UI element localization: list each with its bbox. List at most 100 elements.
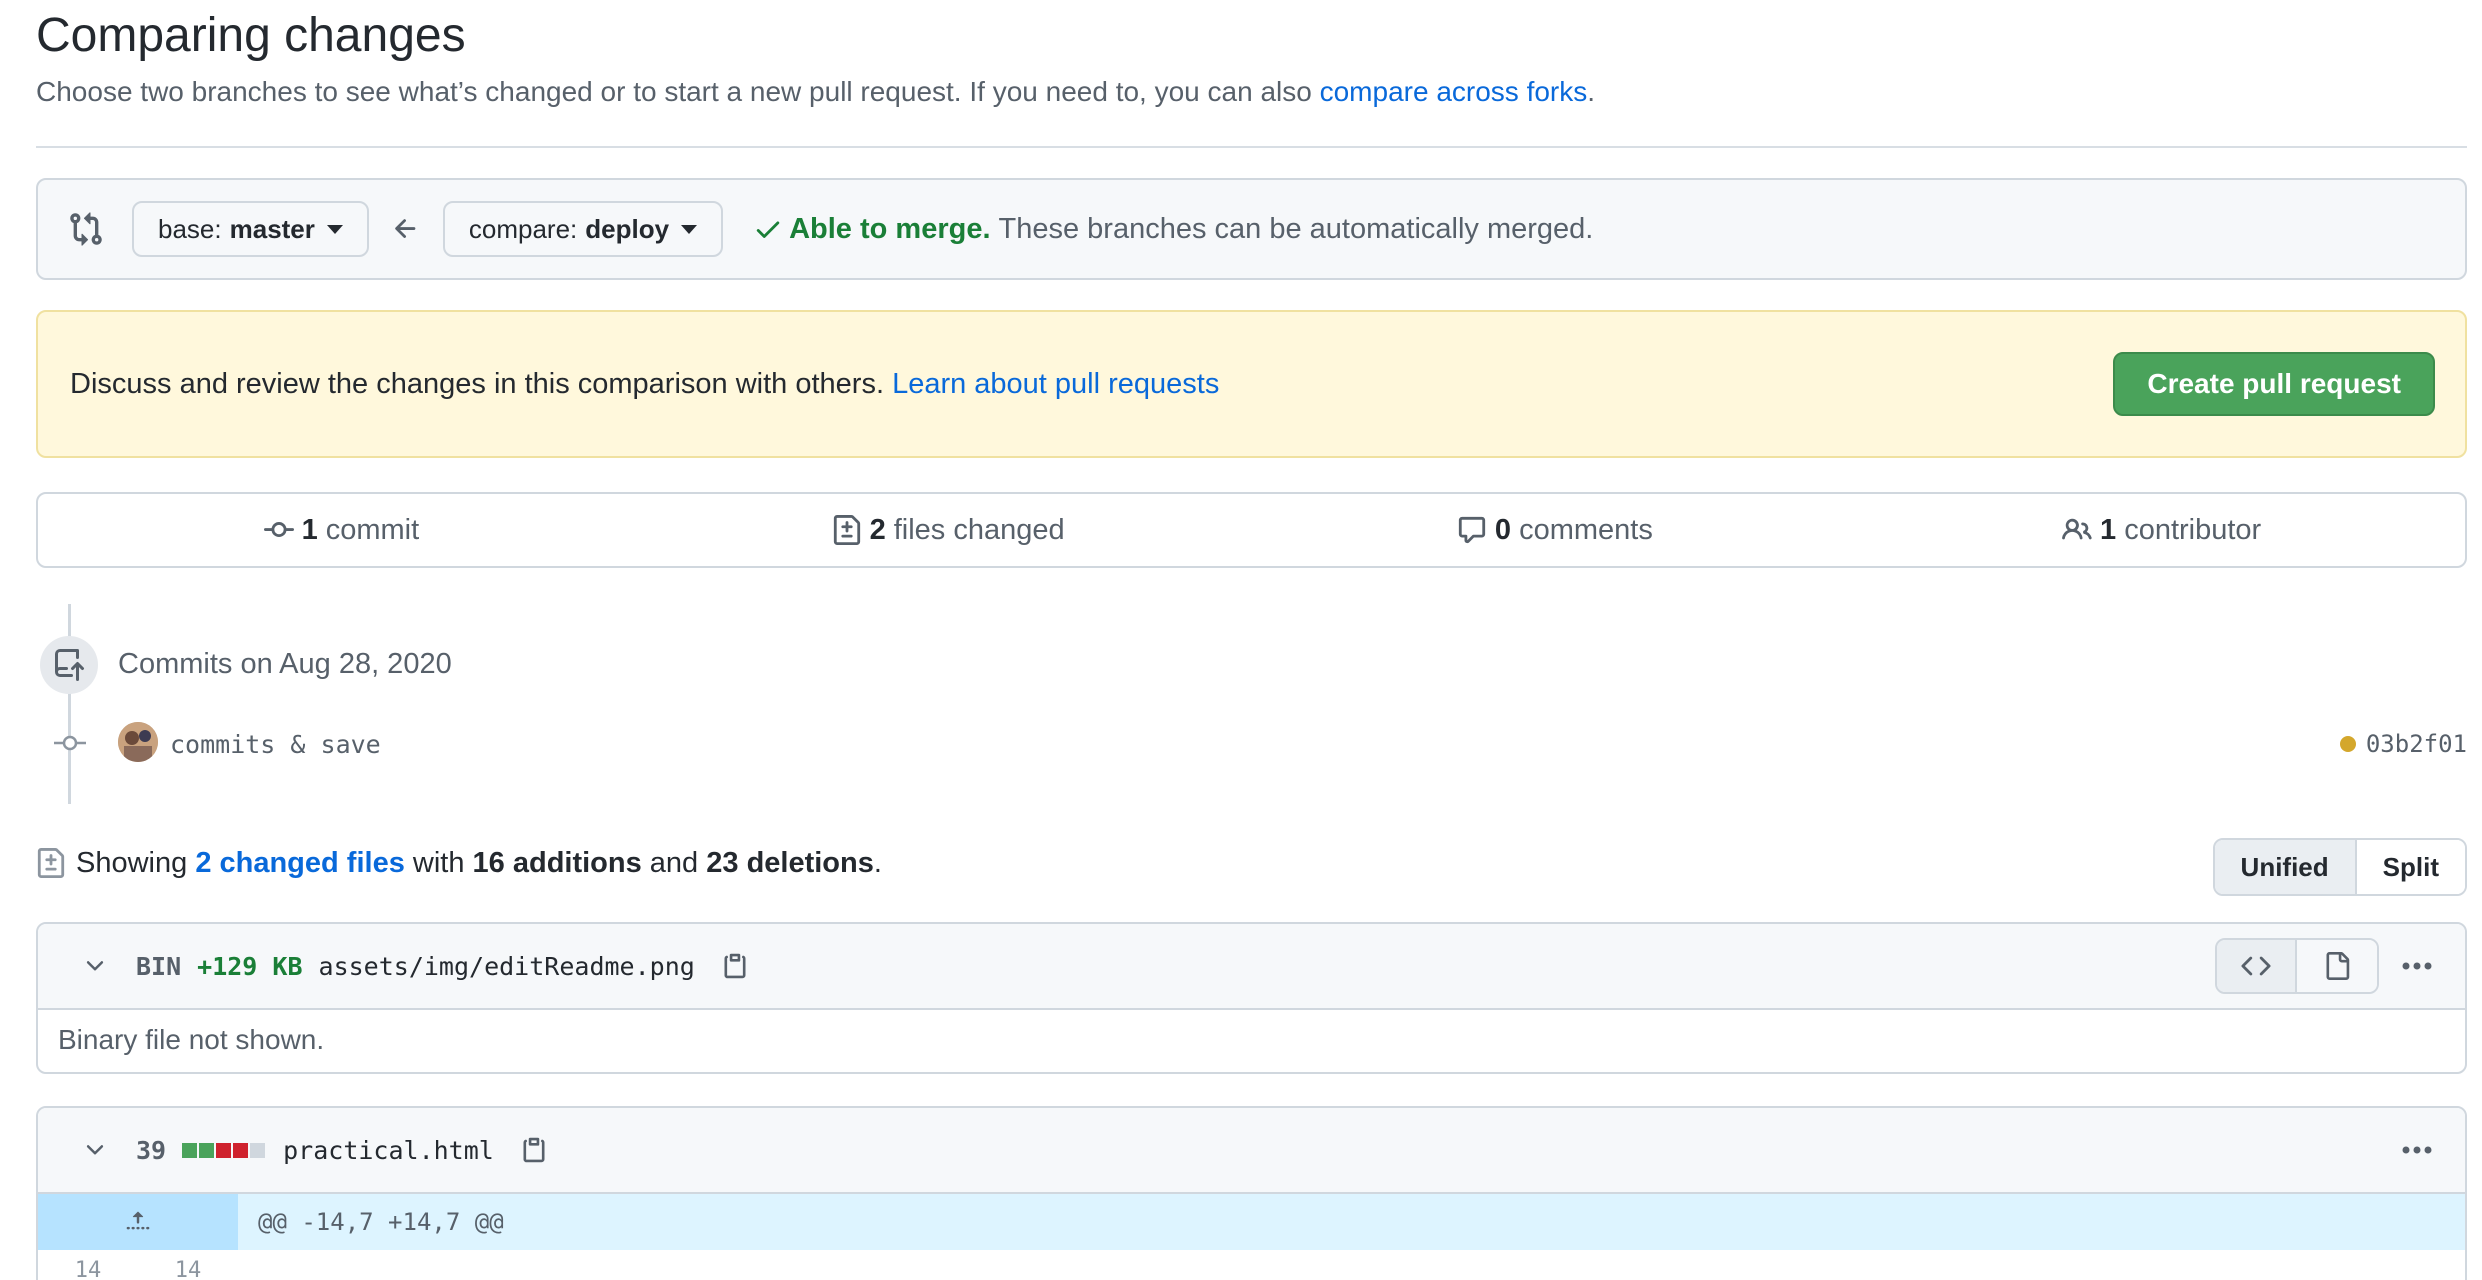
commit-message-link[interactable]: commits & save xyxy=(170,730,381,759)
hunk-range: @@ -14,7 +14,7 @@ xyxy=(258,1208,504,1236)
more-dots xyxy=(2402,962,2432,970)
binary-badge: BIN xyxy=(136,951,182,981)
showing-label: Showing xyxy=(76,846,188,879)
summary-contributors[interactable]: 1 contributor xyxy=(1858,514,2465,547)
arrow-left-icon xyxy=(395,219,416,238)
rich-view-button[interactable] xyxy=(2297,940,2377,992)
additions-count: 16 additions xyxy=(472,846,642,879)
merge-status: Able to merge. These branches can be aut… xyxy=(753,213,1593,246)
subtitle-end: . xyxy=(1587,76,1596,107)
base-branch-name: master xyxy=(229,213,315,244)
diff-line: 14 14 xyxy=(38,1250,2465,1280)
avatar-image-icon xyxy=(118,722,158,762)
header-divider xyxy=(36,146,2467,148)
unified-view-button[interactable]: Unified xyxy=(2214,840,2357,894)
file-diff-icon xyxy=(833,515,860,545)
create-pull-request-button[interactable]: Create pull request xyxy=(2113,352,2435,416)
files-label: files changed xyxy=(893,513,1065,546)
flash-message: Discuss and review the changes in this c… xyxy=(70,368,2113,401)
summary-files[interactable]: 2 files changed xyxy=(645,514,1252,547)
deletions-count: 23 deletions xyxy=(706,846,874,879)
commit-status-dot[interactable] xyxy=(2339,736,2356,752)
avatar[interactable] xyxy=(118,722,158,762)
file-diff-practical: 39 practical.html @@ -14,7 +14,7 @@ 14 1… xyxy=(36,1106,2467,1280)
diff-change-count: 39 xyxy=(136,1135,167,1165)
compare-summary: 1 commit 2 files changed 0 comments 1 co… xyxy=(36,492,2467,568)
diffstat-bar xyxy=(182,1142,267,1158)
file-name-link[interactable]: practical.html xyxy=(283,1136,494,1165)
commit-node-icon xyxy=(54,735,86,751)
compare-branch-button[interactable]: compare: deploy xyxy=(442,201,724,257)
more-dots xyxy=(2402,1146,2432,1154)
people-icon xyxy=(2062,518,2092,540)
page-subtitle: Choose two branches to see what’s change… xyxy=(36,76,1595,108)
fold-up-icon xyxy=(126,1211,150,1230)
diffstat-block xyxy=(216,1142,232,1158)
clipboard-icon[interactable] xyxy=(520,1135,548,1165)
source-view-button[interactable] xyxy=(2217,940,2297,992)
summary-end: . xyxy=(873,846,882,879)
compare-label: compare: xyxy=(468,213,578,244)
base-branch-button[interactable]: base: master xyxy=(132,201,369,257)
binary-file-message: Binary file not shown. xyxy=(58,1024,325,1055)
compare-across-forks-link[interactable]: compare across forks xyxy=(1320,76,1588,107)
git-compare-icon xyxy=(70,212,102,246)
diffstat-block xyxy=(250,1142,266,1158)
kebab-horizontal-icon[interactable] xyxy=(2397,956,2437,976)
merge-status-detail: These branches can be automatically merg… xyxy=(998,212,1594,245)
pull-request-flash: Discuss and review the changes in this c… xyxy=(36,310,2467,458)
contributors-count: 1 xyxy=(2100,513,2117,546)
timeline-line xyxy=(68,604,71,804)
file-header: BIN +129 KB assets/img/editReadme.png xyxy=(38,924,2465,1010)
split-view-button[interactable]: Split xyxy=(2356,840,2465,894)
file-name-link[interactable]: assets/img/editReadme.png xyxy=(319,952,695,981)
changed-files-link[interactable]: 2 changed files xyxy=(195,847,405,880)
compare-branch-name: deploy xyxy=(585,213,670,244)
comments-count: 0 xyxy=(1494,513,1512,546)
chevron-down-icon[interactable] xyxy=(82,1137,108,1163)
caret-down-icon xyxy=(681,224,698,234)
expand-up-button[interactable] xyxy=(38,1194,238,1250)
page-title: Comparing changes xyxy=(36,9,466,62)
clipboard-icon[interactable] xyxy=(721,951,749,981)
base-label: base: xyxy=(158,213,222,244)
commits-count: 1 xyxy=(301,513,318,546)
hunk-header: @@ -14,7 +14,7 @@ xyxy=(38,1194,2465,1250)
files-count: 2 xyxy=(869,513,886,546)
commit-icon xyxy=(263,522,294,538)
commits-label: commit xyxy=(325,513,420,546)
compare-page: Comparing changes Choose two branches to… xyxy=(0,0,2482,1280)
file-diff-editreadme: BIN +129 KB assets/img/editReadme.png Bi… xyxy=(36,922,2467,1074)
merge-status-ok: Able to merge. xyxy=(789,212,991,245)
commits-badge xyxy=(40,636,98,694)
contributors-label: contributor xyxy=(2124,513,2262,546)
diffstat-block xyxy=(199,1142,215,1158)
range-editor: base: master compare: deploy Able to mer… xyxy=(36,178,2467,280)
caret-down-icon xyxy=(326,224,343,234)
comments-label: comments xyxy=(1519,513,1653,546)
commit-sha-link[interactable]: 03b2f01 xyxy=(2366,730,2467,758)
commits-date-heading: Commits on Aug 28, 2020 xyxy=(118,648,452,680)
file-diff-icon xyxy=(37,848,65,878)
diffstat-block xyxy=(182,1142,198,1158)
line-number-right[interactable]: 14 xyxy=(138,1250,238,1280)
code-icon xyxy=(2241,956,2271,976)
kebab-horizontal-icon[interactable] xyxy=(2397,1140,2437,1160)
summary-comments[interactable]: 0 comments xyxy=(1252,514,1859,547)
learn-pull-requests-link[interactable]: Learn about pull requests xyxy=(892,368,1219,400)
flash-text: Discuss and review the changes in this c… xyxy=(70,367,893,400)
diff-summary: Showing 2 changed files with 16 addition… xyxy=(36,846,882,880)
with-label: with xyxy=(412,846,465,879)
chevron-down-icon[interactable] xyxy=(82,953,108,979)
comment-icon xyxy=(1458,516,1486,544)
file-size-change: +129 KB xyxy=(197,951,303,981)
file-icon xyxy=(2326,952,2350,980)
and-label: and xyxy=(649,846,699,879)
subtitle-text: Choose two branches to see what’s change… xyxy=(36,76,1320,107)
repo-push-icon xyxy=(55,649,84,681)
line-number-left[interactable]: 14 xyxy=(38,1250,138,1280)
diff-view-toggle: Unified Split xyxy=(2212,838,2467,896)
summary-commits[interactable]: 1 commit xyxy=(38,514,645,547)
diffstat-block xyxy=(233,1142,249,1158)
file-view-toggle xyxy=(2215,938,2379,994)
